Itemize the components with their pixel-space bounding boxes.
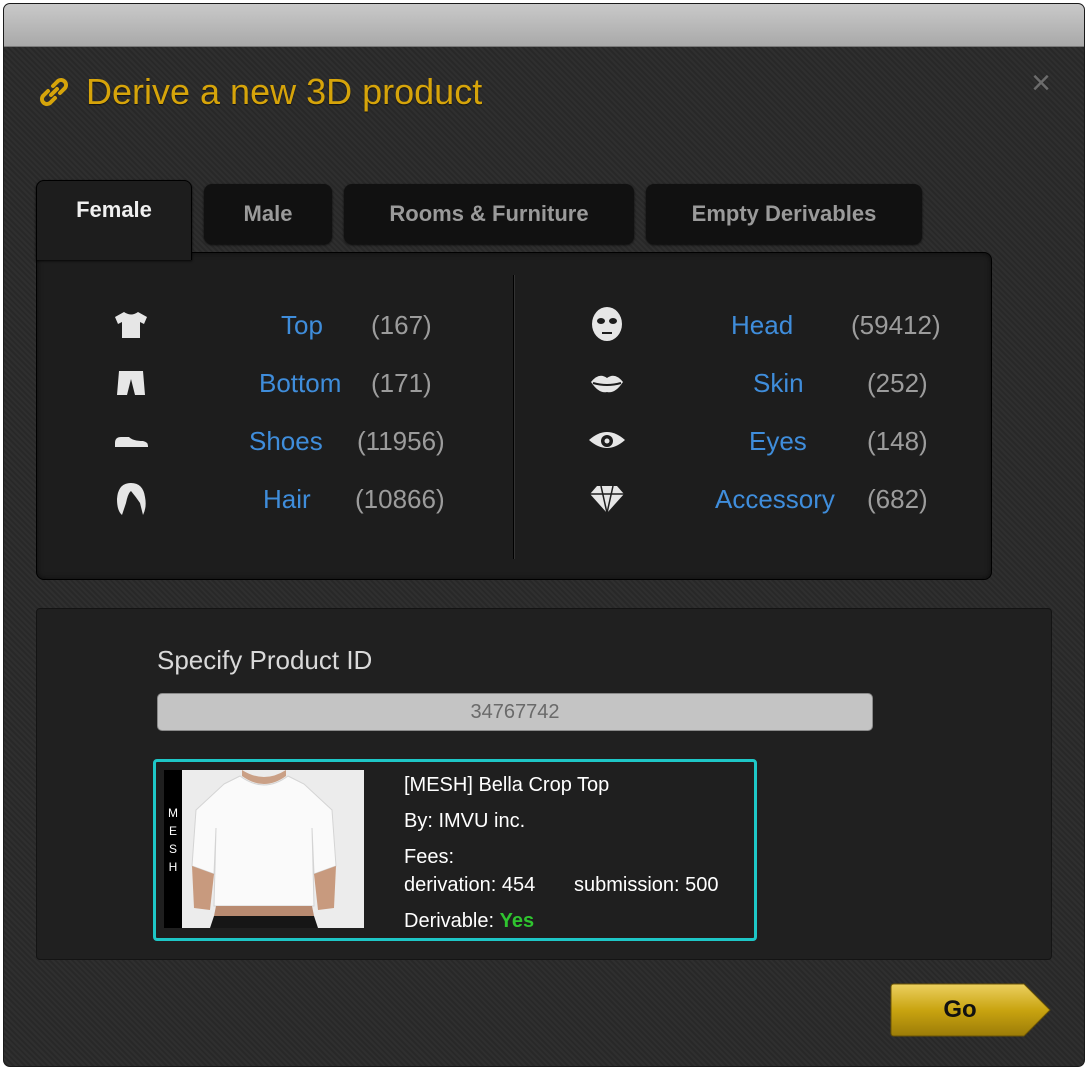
hair-icon — [111, 479, 151, 519]
derive-product-dialog: Derive a new 3D product × Female Male Ro… — [4, 4, 1084, 1066]
panel-divider — [513, 275, 514, 559]
go-button[interactable]: Go — [890, 982, 1054, 1038]
category-hair[interactable]: Hair (10866) — [107, 479, 487, 519]
specify-product-id-label: Specify Product ID — [157, 645, 373, 675]
category-label: Top — [281, 309, 323, 340]
product-thumbnail: M E S H — [164, 770, 364, 928]
submission-fee: submission: 500 — [574, 874, 719, 896]
tab-female[interactable]: Female — [36, 180, 192, 260]
category-skin[interactable]: Skin (252) — [587, 363, 967, 403]
category-count: (148) — [867, 425, 928, 456]
category-bottom[interactable]: Bottom (171) — [107, 363, 487, 403]
category-eyes[interactable]: Eyes (148) — [587, 421, 967, 461]
category-label: Bottom — [259, 367, 342, 398]
derivable-label: Derivable: — [404, 910, 495, 932]
category-top[interactable]: Top (167) — [107, 305, 487, 345]
lips-icon — [587, 363, 627, 403]
category-count: (10866) — [355, 483, 445, 514]
product-card[interactable]: M E S H [MESH] Bella Crop Top By: IMVU i… — [153, 759, 757, 941]
category-label: Skin — [753, 367, 804, 398]
category-count: (252) — [867, 367, 928, 398]
head-icon — [587, 305, 627, 345]
tab-label: Empty Derivables — [691, 201, 877, 226]
derivable-status: Derivable: Yes — [404, 910, 534, 933]
category-count: (59412) — [851, 309, 941, 340]
eye-icon — [587, 421, 627, 461]
category-label: Hair — [263, 483, 311, 514]
product-creator: By: IMVU inc. — [404, 810, 526, 832]
category-label: Head — [731, 309, 794, 340]
tab-rooms-furniture[interactable]: Rooms & Furniture — [344, 184, 634, 244]
tab-label: Rooms & Furniture — [389, 201, 589, 226]
product-name: [MESH] Bella Crop Top — [404, 774, 610, 796]
category-count: (171) — [371, 367, 432, 398]
mesh-letter: H — [168, 860, 178, 874]
mesh-letter: S — [168, 842, 177, 856]
categories-panel: Top (167) Bottom (171) Shoes (11956) Hai… — [36, 252, 992, 580]
product-id-section: Specify Product ID M E S H — [36, 608, 1052, 960]
category-label: Eyes — [749, 425, 807, 456]
product-id-input[interactable] — [157, 693, 873, 731]
tab-male[interactable]: Male — [204, 184, 332, 244]
category-label: Shoes — [249, 425, 323, 456]
fees-label: Fees: — [404, 846, 455, 868]
window-titlebar[interactable] — [4, 4, 1084, 47]
go-button-label: Go — [943, 996, 977, 1023]
diamond-icon — [587, 479, 627, 519]
shoe-icon — [111, 421, 151, 461]
dialog-title: Derive a new 3D product — [86, 71, 483, 112]
category-count: (682) — [867, 483, 928, 514]
shirt-icon — [111, 305, 151, 345]
link-icon — [40, 78, 68, 106]
category-accessory[interactable]: Accessory (682) — [587, 479, 967, 519]
mesh-letter: M — [168, 806, 178, 820]
mesh-letter: E — [168, 824, 177, 838]
tab-label: Female — [76, 197, 152, 222]
derivable-value: Yes — [499, 910, 535, 932]
mesh-badge: M E S H — [164, 770, 182, 928]
tab-label: Male — [243, 201, 293, 226]
pants-icon — [111, 363, 151, 403]
dialog-header: Derive a new 3D product — [34, 68, 482, 116]
category-count: (11956) — [357, 425, 445, 456]
close-icon[interactable]: × — [1028, 66, 1054, 100]
category-shoes[interactable]: Shoes (11956) — [107, 421, 487, 461]
category-count: (167) — [371, 309, 432, 340]
category-head[interactable]: Head (59412) — [587, 305, 967, 345]
category-label: Accessory — [715, 483, 835, 514]
derivation-fee: derivation: 454 — [404, 874, 536, 896]
tab-empty-derivables[interactable]: Empty Derivables — [646, 184, 922, 244]
